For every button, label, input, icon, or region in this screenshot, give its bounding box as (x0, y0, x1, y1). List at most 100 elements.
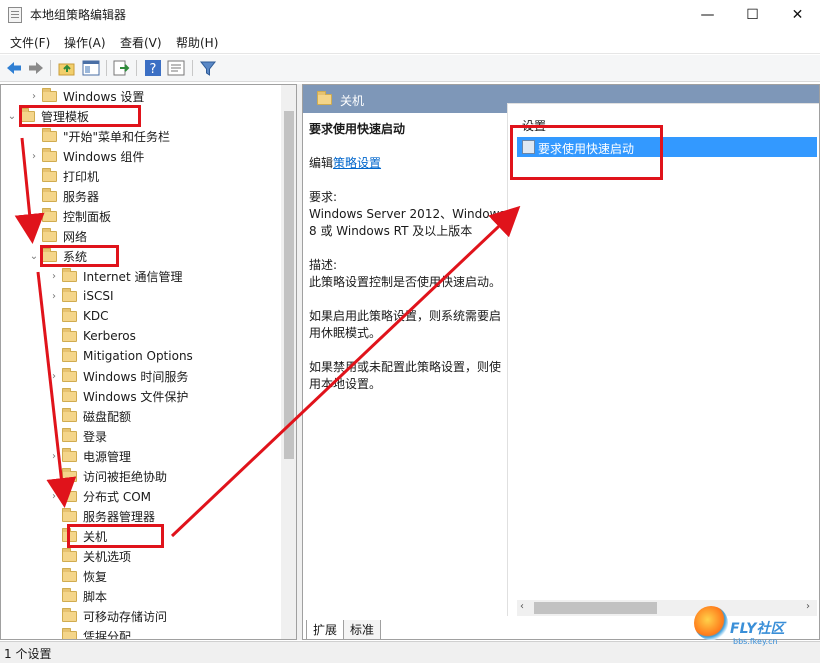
disable-text-line-2: 用本地设置。 (309, 377, 382, 391)
tree-item[interactable]: › Windows 设置 (28, 86, 144, 106)
expand-chevron-icon[interactable]: › (28, 91, 40, 102)
status-bar (0, 641, 820, 663)
tree-item-label: iSCSI (83, 289, 114, 303)
folder-icon (62, 587, 77, 602)
tree-item-label: 网络 (63, 229, 88, 244)
tree-item-label: Windows 时间服务 (83, 369, 189, 384)
tree-item[interactable]: Mitigation Options (48, 346, 193, 366)
status-text: 1 个设置 (4, 647, 52, 661)
tree-item[interactable]: 凭据分配 (48, 626, 132, 640)
folder-icon (62, 387, 77, 402)
tree-item-label: Windows 设置 (63, 89, 145, 104)
tree-item[interactable]: 服务器 (28, 186, 99, 206)
tree-item[interactable]: KDC (48, 306, 109, 326)
close-button[interactable]: ✕ (775, 0, 820, 30)
folder-icon (62, 547, 77, 562)
up-folder-icon[interactable] (58, 59, 76, 77)
scroll-left-icon[interactable]: ‹ (520, 601, 524, 612)
watermark-logo (694, 606, 728, 640)
highlight-system (40, 245, 119, 267)
folder-icon (317, 91, 332, 105)
tree-pane: › Windows 设置 ⌄ 管理模板 "开始"菜单和任务栏 › Windows 组件 打印机… (0, 84, 297, 640)
tab-extended[interactable]: 扩展 (306, 620, 345, 640)
tree-item-label: 访问被拒绝协助 (83, 469, 168, 484)
tree-item[interactable]: › iSCSI (48, 286, 114, 306)
highlight-admin-templates (19, 105, 141, 127)
right-pane-title: 关机 (340, 94, 365, 108)
folder-icon (62, 307, 77, 322)
tree-item-label: 关机选项 (83, 549, 132, 564)
expand-chevron-icon[interactable]: › (48, 451, 60, 462)
folder-icon (62, 367, 77, 382)
filter-icon[interactable] (199, 59, 217, 77)
tree-item[interactable]: 可移动存储访问 (48, 606, 167, 626)
menu-action[interactable]: 操作(A) (64, 34, 106, 51)
menu-help[interactable]: 帮助(H) (176, 34, 218, 51)
minimize-button[interactable]: — (685, 0, 730, 30)
collapse-chevron-icon[interactable]: ⌄ (6, 111, 18, 122)
expand-chevron-icon[interactable]: › (28, 231, 40, 242)
help-icon[interactable]: ? (144, 59, 162, 77)
tree-item[interactable]: › 分布式 COM (48, 486, 151, 506)
horizontal-scroll-thumb[interactable] (534, 602, 657, 614)
tree-item[interactable]: Kerberos (48, 326, 136, 346)
tree-item[interactable]: 脚本 (48, 586, 107, 606)
tree-item-label: Mitigation Options (83, 349, 193, 363)
tree-item[interactable]: 磁盘配额 (48, 406, 131, 426)
properties-icon[interactable] (167, 59, 185, 77)
tree-item[interactable]: 关机选项 (48, 546, 131, 566)
folder-icon (42, 207, 57, 222)
description-title: 要求使用快速启动 (309, 122, 406, 136)
expand-chevron-icon[interactable]: › (28, 211, 40, 222)
export-icon[interactable] (112, 59, 130, 77)
expand-chevron-icon[interactable]: › (48, 271, 60, 282)
toolbar-separator (136, 60, 137, 76)
folder-icon (62, 607, 77, 622)
tree-item[interactable]: 登录 (48, 426, 107, 446)
tree-item-label: Windows 文件保护 (83, 389, 189, 404)
folder-icon (62, 287, 77, 302)
tree-item[interactable]: "开始"菜单和任务栏 (28, 126, 170, 146)
tree-item[interactable]: 恢复 (48, 566, 107, 586)
window-title: 本地组策略编辑器 (30, 8, 127, 22)
tree-item-label: Internet 通信管理 (83, 269, 183, 284)
expand-chevron-icon[interactable]: › (48, 291, 60, 302)
tree-item[interactable]: 打印机 (28, 166, 99, 186)
tree-item[interactable]: › 电源管理 (48, 446, 131, 466)
folder-icon (62, 267, 77, 282)
folder-icon (62, 407, 77, 422)
show-hide-tree-icon[interactable] (82, 59, 100, 77)
tree-item-label: 分布式 COM (83, 489, 151, 504)
tree-item[interactable]: 服务器管理器 (48, 506, 155, 526)
maximize-button[interactable]: ☐ (730, 0, 775, 30)
tree-item[interactable]: › Windows 时间服务 (48, 366, 188, 386)
watermark-text: FLY社区 (730, 621, 785, 637)
tree-item-label: 服务器管理器 (83, 509, 156, 524)
tab-standard[interactable]: 标准 (343, 620, 382, 640)
collapse-chevron-icon[interactable]: ⌄ (28, 251, 40, 262)
expand-chevron-icon[interactable]: › (48, 491, 60, 502)
edit-policy-line: 编辑策略设置 (309, 155, 381, 172)
back-icon[interactable] (5, 59, 23, 77)
tree-item[interactable]: › Windows 组件 (28, 146, 144, 166)
menu-file[interactable]: 文件(F) (10, 34, 50, 51)
edit-policy-link[interactable]: 策略设置 (333, 156, 381, 170)
tree-item-label: 磁盘配额 (83, 409, 132, 424)
tree-item[interactable]: 访问被拒绝协助 (48, 466, 167, 486)
scroll-right-icon[interactable]: › (806, 601, 810, 612)
disable-text-line-1: 如果禁用或未配置此策略设置，则使 (309, 360, 502, 374)
expand-chevron-icon[interactable]: › (48, 371, 60, 382)
forward-icon[interactable] (27, 59, 45, 77)
tree-item[interactable]: Windows 文件保护 (48, 386, 188, 406)
tree-item[interactable]: › 控制面板 (28, 206, 111, 226)
tree-item[interactable]: › Internet 通信管理 (48, 266, 182, 286)
menu-view[interactable]: 查看(V) (120, 34, 162, 51)
folder-icon (62, 467, 77, 482)
tree-scroll-thumb[interactable] (284, 111, 294, 459)
folder-icon (62, 567, 77, 582)
tree-item-label: 凭据分配 (83, 629, 132, 640)
watermark-url: bbs.fkey.cn (733, 637, 778, 646)
expand-chevron-icon[interactable]: › (28, 151, 40, 162)
tree-item[interactable]: › 网络 (28, 226, 87, 246)
enable-text-line-2: 用休眠模式。 (309, 326, 382, 340)
